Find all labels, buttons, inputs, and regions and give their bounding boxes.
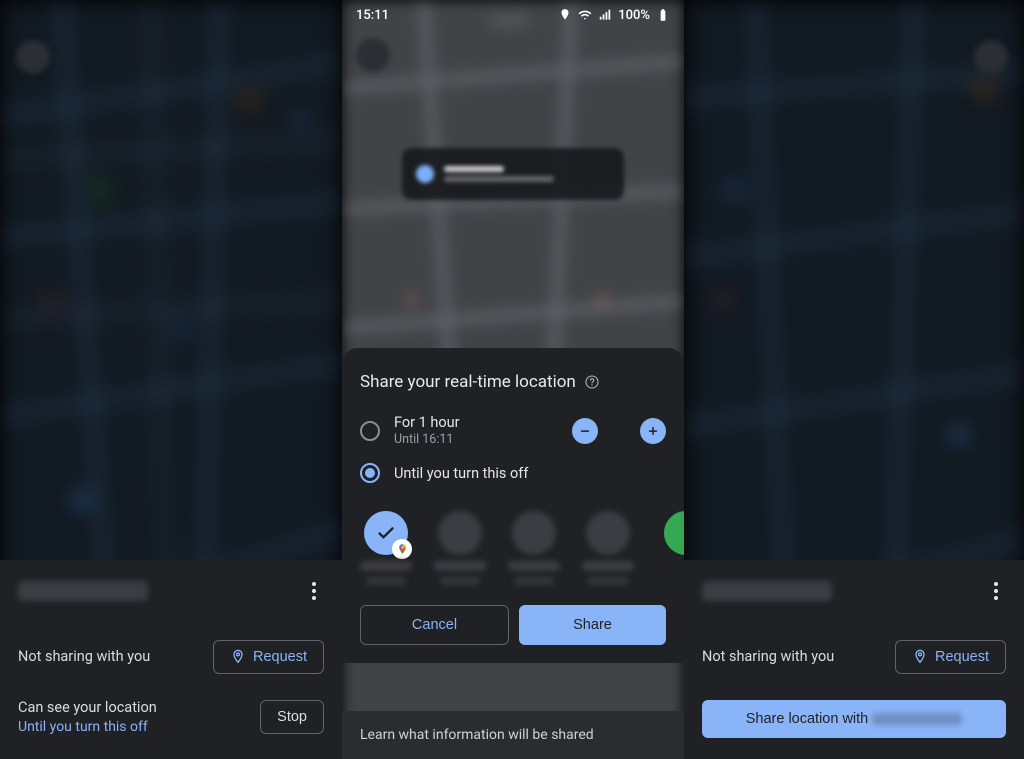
radio-selected[interactable]	[360, 463, 380, 483]
request-button-label: Request	[253, 649, 307, 665]
profile-avatar[interactable]	[356, 38, 390, 72]
increase-time-button[interactable]	[640, 418, 666, 444]
not-sharing-label: Not sharing with you	[702, 647, 834, 667]
share-location-with-button[interactable]: Share location with	[702, 700, 1006, 738]
radio-unselected[interactable]	[360, 421, 380, 441]
status-time: 15:11	[356, 8, 389, 23]
bottom-sheet: Not sharing with you Request Share locat…	[684, 560, 1024, 759]
signal-icon	[598, 8, 612, 22]
cancel-button-label: Cancel	[412, 617, 457, 633]
location-pin-icon	[912, 649, 928, 665]
can-see-label: Can see your location	[18, 698, 157, 718]
help-icon[interactable]	[584, 374, 600, 390]
share-modal: Share your real-time location For 1 hour…	[342, 348, 684, 663]
check-icon	[375, 522, 397, 544]
plus-icon	[646, 424, 660, 438]
location-icon	[558, 8, 572, 22]
status-battery: 100%	[618, 8, 650, 23]
learn-label: Learn what information will be shared	[360, 727, 594, 743]
share-button-label: Share	[573, 617, 612, 633]
contact-item[interactable]	[582, 511, 634, 585]
not-sharing-label: Not sharing with you	[18, 647, 150, 667]
more-options-button[interactable]	[304, 578, 324, 604]
battery-icon	[656, 8, 670, 22]
option1-main: For 1 hour	[394, 414, 558, 431]
request-button[interactable]: Request	[213, 640, 324, 674]
screenshot-middle: Uzun M 15:11 100% Share your real-ti	[342, 0, 684, 759]
screenshot-right: Not sharing with you Request Share locat…	[684, 0, 1024, 759]
share-location-with-label: Share location with	[746, 711, 873, 727]
share-button[interactable]: Share	[519, 605, 666, 645]
location-chip-blurred	[402, 148, 624, 200]
contact-sub-blurred	[366, 577, 406, 585]
can-see-block: Can see your location Until you turn thi…	[18, 698, 157, 736]
can-see-sublabel: Until you turn this off	[18, 718, 157, 737]
location-pin-icon	[230, 649, 246, 665]
text-lines-blurred	[444, 162, 610, 186]
decrease-time-button[interactable]	[572, 418, 598, 444]
screenshot-left: Not sharing with you Request Can see you…	[0, 0, 342, 759]
stop-button[interactable]: Stop	[260, 700, 324, 734]
contact-name-blurred	[18, 581, 148, 601]
share-target-name-blurred	[872, 713, 962, 725]
duration-option-until-off[interactable]: Until you turn this off	[342, 455, 684, 491]
contact-selected[interactable]	[360, 511, 412, 585]
wifi-icon	[578, 8, 592, 22]
bottom-sheet: Not sharing with you Request Can see you…	[0, 560, 342, 759]
modal-title: Share your real-time location	[360, 372, 576, 392]
duration-option-1hour[interactable]: For 1 hour Until 16:11	[342, 406, 684, 455]
stop-button-label: Stop	[277, 709, 307, 725]
option2-main: Until you turn this off	[394, 465, 666, 482]
cancel-button[interactable]: Cancel	[360, 605, 509, 645]
profile-avatar[interactable]	[974, 40, 1008, 74]
request-button[interactable]: Request	[895, 640, 1006, 674]
contact-name-blurred	[360, 561, 412, 571]
minus-icon	[578, 424, 592, 438]
contact-name-blurred	[702, 581, 832, 601]
contact-item[interactable]	[434, 511, 486, 585]
learn-info-bar[interactable]: Learn what information will be shared	[342, 711, 684, 759]
maps-badge-icon	[392, 539, 412, 559]
more-options-button[interactable]	[986, 578, 1006, 604]
contact-item[interactable]	[508, 511, 560, 585]
contacts-row	[342, 491, 684, 591]
option1-sub: Until 16:11	[394, 432, 558, 447]
profile-avatar[interactable]	[16, 40, 50, 74]
contact-item[interactable]	[656, 511, 684, 585]
request-button-label: Request	[935, 649, 989, 665]
status-bar: 15:11 100%	[342, 0, 684, 30]
avatar-dot	[416, 165, 434, 183]
